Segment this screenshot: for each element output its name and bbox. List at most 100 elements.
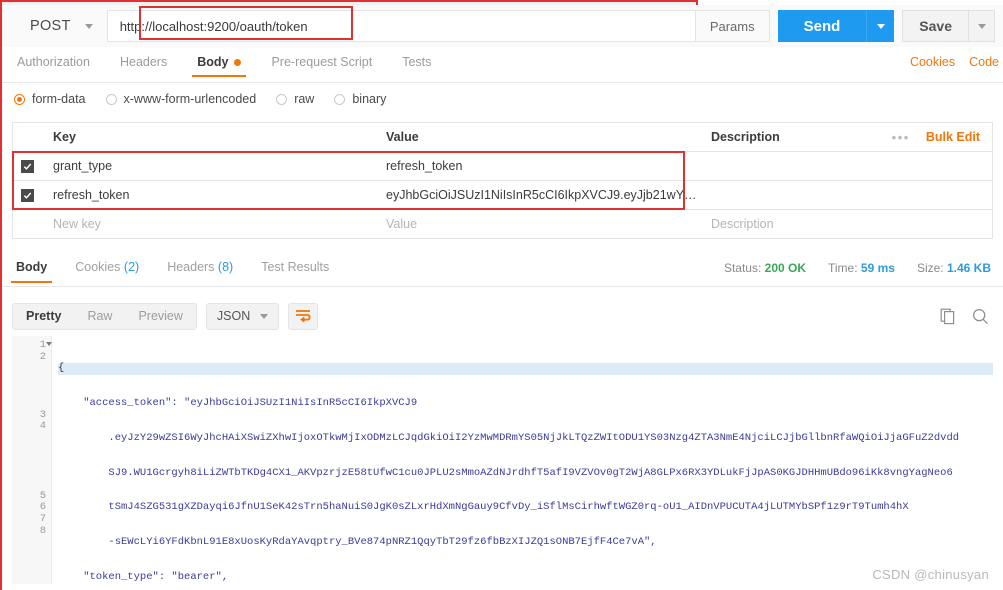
line-number — [12, 375, 51, 387]
status-value: 200 OK — [764, 261, 806, 275]
row-key-input[interactable]: refresh_token — [41, 188, 376, 202]
fold-toggle-icon[interactable] — [46, 342, 52, 346]
row-value-input[interactable]: eyJhbGciOiJSUzI1NiIsInR5cCI6IkpXVCJ9.eyJ… — [376, 188, 701, 202]
body-type-form-data[interactable]: form-data — [14, 92, 86, 106]
view-raw-button[interactable]: Raw — [74, 304, 125, 329]
code-link[interactable]: Code — [969, 55, 999, 69]
row-key-input[interactable]: grant_type — [41, 159, 376, 173]
save-button-group: Save — [902, 10, 995, 42]
body-type-radio-group: form-data x-www-form-urlencoded raw bina… — [14, 92, 386, 106]
header-description: Description — [711, 130, 780, 144]
tab-label: Headers — [119, 55, 168, 69]
table-new-row: New key Value Description — [13, 210, 992, 239]
tab-count: (2) — [123, 260, 140, 274]
response-format-dropdown[interactable]: JSON — [205, 302, 280, 330]
line-number — [12, 479, 51, 491]
row-checkbox[interactable] — [20, 188, 34, 202]
save-options-button[interactable] — [969, 10, 995, 42]
view-preview-button[interactable]: Preview — [125, 304, 195, 329]
http-method-label: POST — [30, 18, 71, 34]
new-row-key-input[interactable]: New key — [41, 217, 376, 231]
radio-icon — [276, 93, 288, 105]
body-type-raw[interactable]: raw — [276, 92, 314, 106]
line-number: 2 — [39, 350, 46, 363]
line-number: 7 — [39, 512, 46, 525]
line-number — [12, 433, 51, 445]
response-toolbar-actions — [940, 308, 993, 325]
response-body-viewer[interactable]: 1 2 3 4 5 6 7 8 { "access_token": "eyJhb… — [12, 336, 993, 584]
code-line: .eyJzY29wZSI6WyJhcHAiXSwiZXhwIjoxOTkwMjI… — [58, 431, 960, 444]
watermark: CSDN @chinusyan — [872, 567, 989, 582]
code-line: "access_token": "eyJhbGciOiJSUzI1NiIsInR… — [58, 396, 418, 409]
body-type-label: raw — [294, 92, 315, 106]
bulk-edit-button[interactable]: Bulk Edit — [926, 130, 980, 144]
send-button-group: Send — [777, 10, 895, 42]
tab-pre-request-script[interactable]: Pre-request Script — [256, 55, 387, 77]
request-tabs: Authorization Headers Body Pre-request S… — [2, 55, 1003, 83]
tab-label: Tests — [402, 55, 432, 69]
response-tab-body[interactable]: Body — [2, 256, 61, 283]
new-row-value-input[interactable]: Value — [376, 217, 701, 231]
chevron-down-icon — [260, 313, 269, 319]
response-json-code[interactable]: { "access_token": "eyJhbGciOiJSUzI1NiIsI… — [52, 336, 993, 584]
code-line: "token_type": "bearer", — [58, 570, 229, 583]
request-tabs-right-links: Cookies Code — [910, 55, 1003, 69]
row-checkbox-cell — [13, 159, 41, 173]
line-number-gutter: 1 2 3 4 5 6 7 8 — [12, 336, 52, 584]
tab-label: Body — [16, 260, 48, 274]
tab-label: Test Results — [261, 260, 330, 274]
code-line: { — [58, 363, 993, 375]
wrap-lines-button[interactable] — [288, 302, 319, 330]
request-url-input[interactable] — [107, 11, 695, 41]
body-type-urlencoded[interactable]: x-www-form-urlencoded — [105, 92, 256, 106]
chevron-down-icon — [84, 23, 93, 29]
response-tab-cookies[interactable]: Cookies (2) — [61, 256, 153, 283]
send-button[interactable]: Send — [777, 10, 867, 42]
tab-count: (8) — [217, 260, 234, 274]
response-tab-test-results[interactable]: Test Results — [247, 256, 343, 283]
http-method-dropdown[interactable]: POST — [12, 10, 105, 42]
cookies-link[interactable]: Cookies — [910, 55, 955, 69]
line-number — [12, 363, 51, 375]
line-number: 1 — [12, 339, 52, 352]
line-number — [12, 386, 51, 398]
params-button[interactable]: Params — [695, 10, 770, 42]
tab-headers[interactable]: Headers — [105, 55, 182, 77]
body-type-binary[interactable]: binary — [334, 92, 386, 106]
line-number — [12, 456, 51, 468]
response-tab-headers[interactable]: Headers (8) — [153, 256, 247, 283]
response-meta: Status: 200 OK Time: 59 ms Size: 1.46 KB — [724, 256, 1003, 275]
line-number — [12, 398, 51, 410]
body-type-label: form-data — [32, 92, 86, 106]
radio-icon — [334, 93, 346, 105]
header-value: Value — [386, 130, 419, 144]
table-header-actions: ••• Bulk Edit — [872, 130, 992, 145]
tab-tests[interactable]: Tests — [387, 55, 446, 77]
send-options-button[interactable] — [866, 10, 895, 42]
view-pretty-button[interactable]: Pretty — [13, 304, 74, 329]
tab-label: Cookies — [75, 260, 121, 274]
response-tabs: Body Cookies (2) Headers (8) Test Result… — [2, 256, 1003, 287]
postman-window: POST Params Send Save Authorization H — [0, 0, 1003, 590]
line-number — [12, 468, 51, 480]
response-view-toolbar: Pretty Raw Preview JSON — [12, 298, 993, 334]
body-type-label: binary — [352, 92, 387, 106]
code-line: -sEWcLYi6YFdKbnL91E8xUosKyRdaYAvqptry_BV… — [58, 536, 657, 549]
line-number: 8 — [39, 524, 46, 537]
modified-dot-icon — [234, 58, 242, 66]
more-options-icon[interactable]: ••• — [892, 130, 910, 145]
save-button[interactable]: Save — [902, 10, 969, 42]
tab-authorization[interactable]: Authorization — [2, 55, 105, 77]
search-button[interactable] — [972, 308, 989, 325]
row-checkbox[interactable] — [20, 159, 34, 173]
params-label: Params — [709, 18, 755, 34]
status-label: Status: — [723, 261, 762, 275]
row-value-input[interactable]: refresh_token — [376, 159, 701, 173]
table-row: grant_type refresh_token — [13, 152, 992, 181]
tab-label: Pre-request Script — [271, 55, 373, 69]
new-row-description-input[interactable]: Description — [701, 217, 872, 231]
radio-icon — [14, 93, 25, 105]
copy-button[interactable] — [940, 308, 956, 325]
tab-body[interactable]: Body — [182, 55, 256, 77]
size-label: Size: — [916, 261, 944, 275]
